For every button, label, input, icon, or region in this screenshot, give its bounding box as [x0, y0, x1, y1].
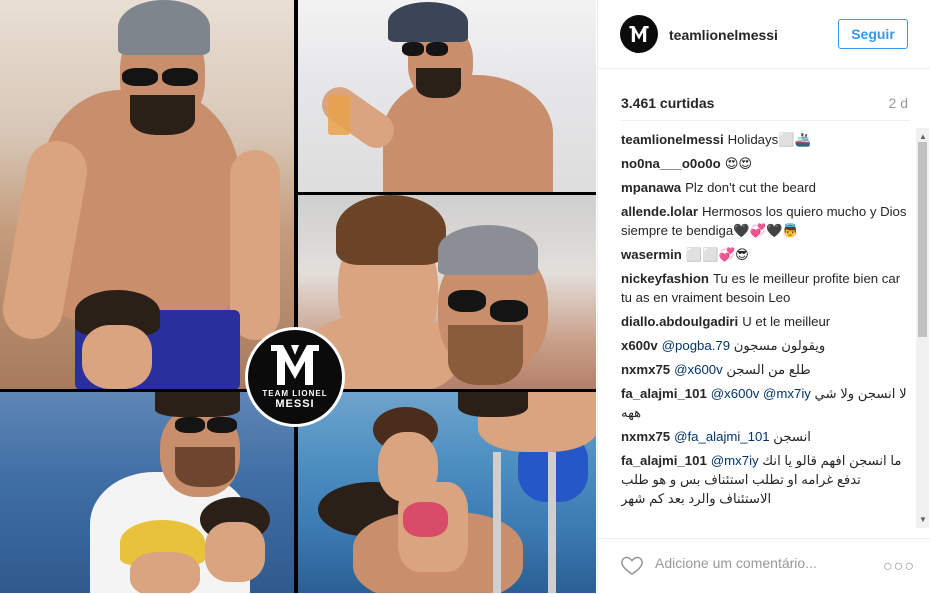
comment-username[interactable]: no0na___o0o0o [621, 156, 721, 171]
more-options-icon[interactable]: ○○○ [883, 558, 915, 576]
comment-item: no0na___o0o0o 😍😍 [621, 154, 911, 173]
comment-item: nxmx75 @x600v طلع من السجن [621, 360, 911, 379]
comment-username[interactable]: mpanawa [621, 180, 681, 195]
post-side-panel: teamlionelmessi Seguir 3.461 curtidas 2 … [597, 0, 930, 593]
scroll-up-icon[interactable]: ▲ [919, 132, 927, 141]
post-photo-collage[interactable]: TEAM LIONEL MESSI [0, 0, 596, 593]
comment-text: ⬜⬜💞😎 [685, 247, 749, 262]
comment-item: mpanawa Plz don't cut the beard [621, 178, 911, 197]
heart-icon[interactable] [620, 553, 644, 577]
comment-mention[interactable]: @pogba.79 [662, 338, 730, 353]
post-footer: Adicione um comentário... ○○○ [598, 538, 930, 594]
comments-scrollbar[interactable]: ▲ ▼ [916, 128, 929, 528]
comment-mention[interactable]: @x600v [674, 362, 723, 377]
divider [620, 120, 910, 121]
post-username[interactable]: teamlionelmessi [669, 27, 778, 43]
comment-item: teamlionelmessi Holidays⬜🚢 [621, 130, 911, 149]
comment-username[interactable]: nxmx75 [621, 429, 670, 444]
comment-text: طلع من السجن [726, 362, 811, 377]
comment-text: 😍😍 [724, 156, 753, 171]
comment-item: nxmx75 @fa_alajmi_101 انسجن [621, 427, 911, 446]
add-comment-input[interactable]: Adicione um comentário... [655, 555, 817, 571]
logo-text-bottom: MESSI [275, 397, 315, 410]
comment-item: allende.lolar Hermosos los quiero mucho y… [621, 202, 911, 240]
comment-text: Holidays⬜🚢 [727, 132, 812, 147]
comment-username[interactable]: fa_alajmi_101 [621, 453, 707, 468]
comment-username[interactable]: diallo.abdoulgadiri [621, 314, 738, 329]
comment-item: fa_alajmi_101 @x600v @mx7iy لا انسجن ولا … [621, 384, 911, 422]
post-age[interactable]: 2 d [889, 95, 908, 111]
comment-item: x600v @pogba.79 ويقولون مسجون [621, 336, 911, 355]
comment-username[interactable]: fa_alajmi_101 [621, 386, 707, 401]
comment-username[interactable]: nickeyfashion [621, 271, 709, 286]
comment-text: ويقولون مسجون [733, 338, 826, 353]
comment-username[interactable]: teamlionelmessi [621, 132, 724, 147]
comment-username[interactable]: nxmx75 [621, 362, 670, 377]
comment-item: wasermin ⬜⬜💞😎 [621, 245, 911, 264]
messi-m-icon [271, 344, 319, 385]
comment-item: diallo.abdoulgadiri U et le meilleur [621, 312, 911, 331]
photo-messi-with-son-on-boat [0, 0, 294, 389]
photo-messi-with-son-closeup [298, 195, 596, 389]
photo-messi-with-sons-at-sea [0, 392, 294, 593]
photo-messi-drinking [298, 0, 596, 192]
comment-item: nickeyfashion Tu es le meilleur profite b… [621, 269, 911, 307]
instagram-post: TEAM LIONEL MESSI teamlionelmessi Seguir… [0, 0, 930, 593]
comment-mention[interactable]: @x600v @mx7iy [711, 386, 811, 401]
comment-text: U et le meilleur [742, 314, 831, 329]
avatar[interactable] [620, 15, 658, 53]
likes-count[interactable]: 3.461 curtidas [621, 95, 714, 111]
team-lionel-messi-logo: TEAM LIONEL MESSI [245, 327, 345, 427]
logo-text-top: TEAM LIONEL [262, 388, 328, 398]
post-header: teamlionelmessi Seguir [598, 0, 930, 69]
comment-text: انسجن [773, 429, 811, 444]
follow-button[interactable]: Seguir [838, 19, 908, 49]
comment-list: teamlionelmessi Holidays⬜🚢 no0na___o0o0o 😍… [621, 130, 911, 530]
photo-messi-with-son-in-water [298, 392, 596, 593]
comment-item: fa_alajmi_101 @mx7iy ما انسجن افهم قالو ي… [621, 451, 911, 508]
scroll-down-icon[interactable]: ▼ [919, 515, 927, 524]
scrollbar-thumb[interactable] [918, 142, 927, 337]
comment-username[interactable]: allende.lolar [621, 204, 698, 219]
comment-mention[interactable]: @fa_alajmi_101 [674, 429, 770, 444]
comment-username[interactable]: x600v [621, 338, 658, 353]
comment-text: Plz don't cut the beard [685, 180, 816, 195]
comment-username[interactable]: wasermin [621, 247, 682, 262]
messi-m-icon [629, 26, 649, 42]
comment-mention[interactable]: @mx7iy [711, 453, 759, 468]
